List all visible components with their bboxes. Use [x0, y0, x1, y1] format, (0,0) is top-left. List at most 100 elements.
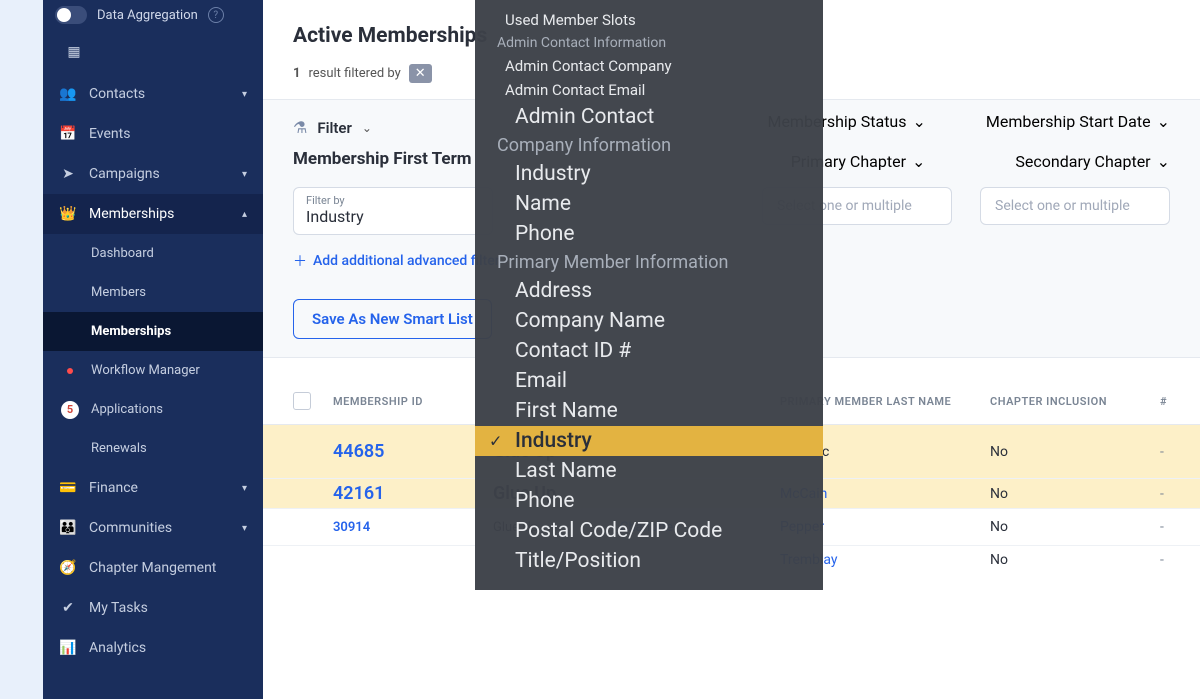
compass-icon: 🧭 — [59, 560, 77, 576]
sidebar-item-finance[interactable]: 💳 Finance ▾ — [43, 468, 263, 508]
dropdown-item[interactable]: First Name — [475, 396, 823, 426]
cell-chapter: No — [990, 519, 1140, 535]
chevron-down-icon: ▾ — [242, 523, 247, 534]
dropdown-item[interactable]: Industry — [475, 159, 823, 189]
chevron-down-icon: ⌄ — [1157, 112, 1170, 131]
filter-by-label: Filter by — [306, 194, 480, 207]
chevron-down-icon: ▾ — [242, 483, 247, 494]
chevron-down-icon: ⌄ — [913, 112, 926, 131]
cell-membership-id[interactable]: 42161 — [333, 483, 473, 504]
grid-icon: ▦ — [65, 44, 83, 60]
result-count: 1 — [293, 66, 300, 81]
check-circle-icon: ✔ — [59, 600, 77, 616]
close-icon[interactable]: ✕ — [415, 66, 426, 81]
nav-label: Contacts — [89, 86, 145, 102]
users-icon: 👥 — [59, 86, 77, 102]
nav-dashboard-icon-row[interactable]: ▦ — [43, 30, 263, 74]
help-icon[interactable]: ? — [208, 7, 224, 23]
dropdown-item[interactable]: Admin Contact Email — [475, 78, 823, 102]
wallet-icon: 💳 — [59, 480, 77, 496]
chevron-down-icon: ▾ — [242, 89, 247, 100]
nav-label: Memberships — [89, 206, 174, 222]
people-icon: 👪 — [59, 520, 77, 536]
cell-membership-id[interactable]: 30914 — [333, 520, 473, 535]
nav-label: Communities — [89, 520, 172, 536]
column-membership-start-date[interactable]: Membership Start Date ⌄ — [986, 112, 1170, 131]
filter-by-value: Industry — [306, 207, 480, 226]
dropdown-item[interactable]: Email — [475, 366, 823, 396]
cell-hash: - — [1160, 444, 1170, 460]
chevron-down-icon: ▾ — [242, 169, 247, 180]
dropdown-item[interactable]: Phone — [475, 219, 823, 249]
dropdown-item[interactable]: Name — [475, 189, 823, 219]
nav-label: Analytics — [89, 640, 146, 656]
sidebar-sub-renewals[interactable]: Renewals — [43, 429, 263, 468]
cell-hash: - — [1160, 486, 1170, 502]
dropdown-item[interactable]: Used Member Slots — [475, 8, 823, 32]
sidebar-sub-applications[interactable]: 5 Applications — [43, 390, 263, 429]
sidebar-item-contacts[interactable]: 👥 Contacts ▾ — [43, 74, 263, 114]
funnel-icon: ⚗ — [293, 118, 307, 137]
applications-badge: 5 — [61, 401, 79, 419]
column-secondary-chapter[interactable]: Secondary Chapter ⌄ — [1015, 152, 1170, 171]
nav-label: Events — [89, 126, 130, 142]
save-smart-list-button[interactable]: Save As New Smart List — [293, 299, 492, 339]
chevron-up-icon: ▴ — [242, 209, 247, 220]
multi-select-input-2[interactable]: Select one or multiple — [980, 187, 1170, 225]
dropdown-item[interactable]: Address — [475, 276, 823, 306]
sidebar: Data Aggregation ? ▦ 👥 Contacts ▾ 📅 Even… — [43, 0, 263, 699]
sidebar-item-memberships[interactable]: 👑 Memberships ▴ — [43, 194, 263, 234]
dropdown-group-header: Primary Member Information — [475, 249, 823, 276]
dropdown-item-selected[interactable]: ✓ Industry — [475, 426, 823, 456]
dropdown-item[interactable]: Company Name — [475, 306, 823, 336]
chevron-down-icon: ⌄ — [912, 152, 925, 171]
sidebar-item-chapter-management[interactable]: 🧭 Chapter Mangement — [43, 548, 263, 588]
calendar-icon: 📅 — [59, 126, 77, 142]
nav-label: Finance — [89, 480, 138, 496]
notification-dot-icon — [67, 368, 73, 374]
cell-hash: - — [1160, 552, 1170, 568]
cell-chapter: No — [990, 486, 1140, 502]
send-icon: ➤ — [59, 166, 77, 182]
cell-hash: - — [1160, 519, 1170, 535]
dropdown-group-header: Admin Contact Information — [475, 32, 823, 54]
sidebar-sub-memberships[interactable]: Memberships — [43, 312, 263, 351]
sidebar-sub-members[interactable]: Members — [43, 273, 263, 312]
filter-field-dropdown[interactable]: Used Member Slots Admin Contact Informat… — [475, 0, 823, 590]
bar-chart-icon: 📊 — [59, 640, 77, 656]
result-text: result filtered by — [308, 66, 400, 81]
filter-label: Filter — [317, 119, 352, 137]
dropdown-item[interactable]: Phone — [475, 486, 823, 516]
sidebar-sub-workflow[interactable]: Workflow Manager — [43, 351, 263, 390]
dropdown-item[interactable]: Admin Contact — [475, 102, 823, 132]
cell-membership-id[interactable]: 44685 — [333, 441, 473, 462]
filter-chip[interactable]: ✕ — [409, 64, 432, 83]
data-aggregation-toggle-row: Data Aggregation ? — [43, 0, 263, 30]
th-membership-id[interactable]: MEMBERSHIP ID — [333, 395, 473, 408]
chevron-down-icon: ⌄ — [1157, 152, 1170, 171]
sidebar-item-my-tasks[interactable]: ✔ My Tasks — [43, 588, 263, 628]
sidebar-item-campaigns[interactable]: ➤ Campaigns ▾ — [43, 154, 263, 194]
th-hash[interactable]: # — [1160, 395, 1170, 408]
data-aggregation-label: Data Aggregation — [97, 8, 198, 23]
dropdown-item[interactable]: Contact ID # — [475, 336, 823, 366]
check-icon: ✓ — [489, 432, 502, 451]
dropdown-item[interactable]: Admin Contact Company — [475, 54, 823, 78]
select-all-checkbox[interactable] — [293, 392, 311, 410]
cell-chapter: No — [990, 444, 1140, 460]
dropdown-item[interactable]: Title/Position — [475, 546, 823, 576]
dropdown-item[interactable]: Last Name — [475, 456, 823, 486]
data-aggregation-toggle[interactable] — [55, 6, 87, 24]
sidebar-item-events[interactable]: 📅 Events — [43, 114, 263, 154]
filter-by-dropdown[interactable]: Filter by Industry — [293, 187, 493, 235]
chevron-down-icon[interactable]: ⌄ — [362, 121, 372, 135]
sidebar-item-communities[interactable]: 👪 Communities ▾ — [43, 508, 263, 548]
dropdown-group-header: Company Information — [475, 132, 823, 159]
plus-icon: ＋ — [293, 251, 307, 271]
sidebar-item-analytics[interactable]: 📊 Analytics — [43, 628, 263, 668]
th-chapter-inclusion[interactable]: CHAPTER INCLUSION — [990, 395, 1140, 408]
sidebar-sub-dashboard[interactable]: Dashboard — [43, 234, 263, 273]
nav-label: My Tasks — [89, 600, 148, 616]
dropdown-item[interactable]: Postal Code/ZIP Code — [475, 516, 823, 546]
nav-label: Chapter Mangement — [89, 560, 216, 576]
